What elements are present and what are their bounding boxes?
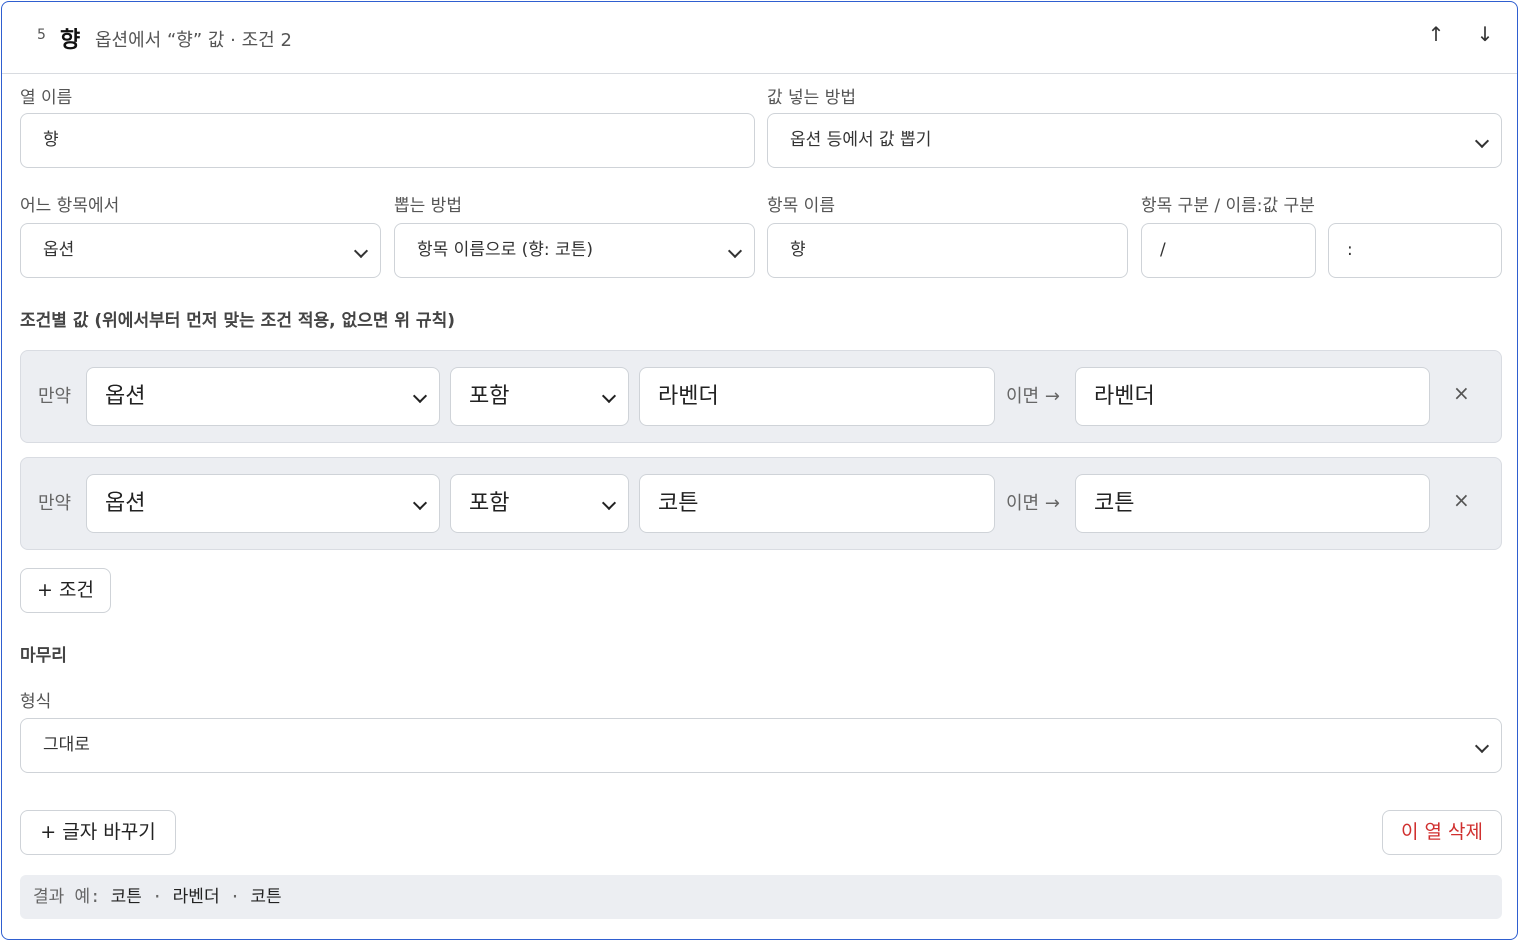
close-icon[interactable]: × <box>1453 381 1470 405</box>
kv-separator-input[interactable]: : <box>1328 223 1502 278</box>
separators-label: 항목 구분 / 이름:값 구분 <box>1141 196 1315 216</box>
condition-then-label: 이면 → <box>1006 493 1060 514</box>
condition-then-label: 이면 → <box>1006 386 1060 407</box>
condition-row: 만약 옵션 포함 라벤더 이면 → 라벤더 × <box>20 350 1502 443</box>
condition-if-label: 만약 <box>38 386 72 407</box>
format-select[interactable]: 그대로 <box>20 718 1502 773</box>
condition-row: 만약 옵션 포함 코튼 이면 → 코튼 × <box>20 457 1502 550</box>
source-select[interactable]: 옵션 <box>20 223 381 278</box>
fill-method-select[interactable]: 옵션 등에서 값 뽑기 <box>767 113 1502 168</box>
example-value: 라벤더 <box>172 887 220 907</box>
column-name-input[interactable]: 향 <box>20 113 755 168</box>
extract-method-select[interactable]: 항목 이름으로 (향: 코튼) <box>394 223 755 278</box>
condition-operator-select[interactable]: 포함 <box>450 474 629 533</box>
condition-match-input[interactable]: 라벤더 <box>639 367 995 426</box>
column-card: 5 향 옵션에서 “향” 값 · 조건 2 ↑ ↓ 열 이름 향 값 넣는 방법… <box>1 1 1518 940</box>
column-number: 5 <box>37 27 46 43</box>
condition-result-input[interactable]: 코튼 <box>1075 474 1430 533</box>
example-value: 코튼 <box>250 887 282 907</box>
source-label: 어느 항목에서 <box>20 196 120 216</box>
item-separator-input[interactable]: / <box>1141 223 1316 278</box>
move-down-icon[interactable]: ↓ <box>1473 22 1497 46</box>
condition-match-input[interactable]: 코튼 <box>639 474 995 533</box>
column-summary: 옵션에서 “향” 값 · 조건 2 <box>95 30 292 51</box>
extract-method-label: 뽑는 방법 <box>394 196 462 216</box>
example-separator: · <box>229 887 241 907</box>
condition-field-select[interactable]: 옵션 <box>86 367 440 426</box>
add-replace-button[interactable]: + 글자 바꾸기 <box>20 810 176 855</box>
delete-column-button[interactable]: 이 열 삭제 <box>1382 810 1502 855</box>
finish-title: 마무리 <box>20 646 67 666</box>
column-header: 5 향 옵션에서 “향” 값 · 조건 2 ↑ ↓ <box>2 2 1517 74</box>
item-name-label: 항목 이름 <box>767 196 835 216</box>
condition-operator-select[interactable]: 포함 <box>450 367 629 426</box>
example-value: 코튼 <box>110 887 142 907</box>
fill-method-label: 값 넣는 방법 <box>767 88 857 108</box>
move-up-icon[interactable]: ↑ <box>1424 22 1448 46</box>
example-prefix: 결과 예: <box>33 887 101 907</box>
column-name-label: 열 이름 <box>20 88 73 108</box>
condition-field-select[interactable]: 옵션 <box>86 474 440 533</box>
close-icon[interactable]: × <box>1453 488 1470 512</box>
condition-result-input[interactable]: 라벤더 <box>1075 367 1430 426</box>
conditions-title: 조건별 값 (위에서부터 먼저 맞는 조건 적용, 없으면 위 규칙) <box>20 311 455 331</box>
item-name-input[interactable]: 향 <box>767 223 1128 278</box>
column-title: 향 <box>60 28 81 53</box>
example-separator: · <box>152 887 163 907</box>
add-condition-button[interactable]: + 조건 <box>20 568 111 613</box>
result-example: 결과 예: 코튼 · 라벤더 · 코튼 <box>20 875 1502 919</box>
condition-if-label: 만약 <box>38 493 72 514</box>
format-label: 형식 <box>20 692 52 712</box>
